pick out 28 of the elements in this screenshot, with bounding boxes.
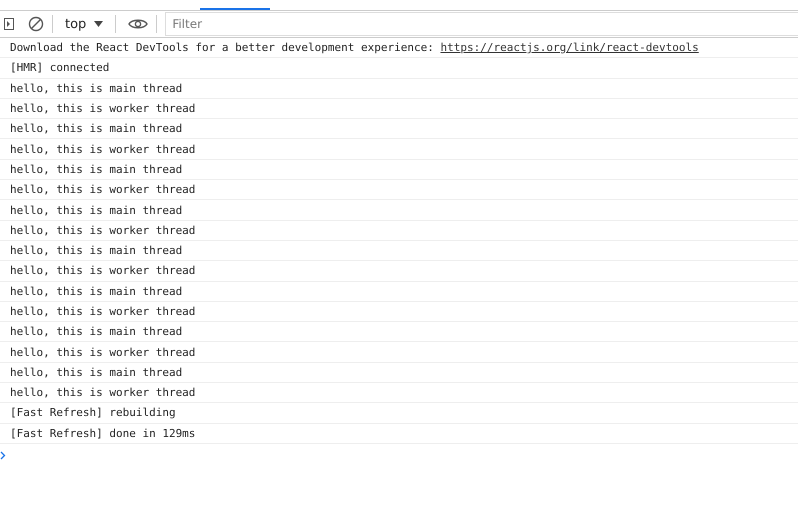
console-message: hello, this is main thread: [10, 162, 182, 176]
devtools-link[interactable]: https://reactjs.org/link/react-devtools: [440, 41, 699, 54]
console-message: hello, this is main thread: [10, 284, 182, 298]
console-message: hello, this is worker thread: [10, 264, 196, 278]
console-message: hello, this is main thread: [10, 122, 182, 136]
prompt-chevron-icon: [0, 450, 6, 460]
eye-icon[interactable]: [128, 17, 148, 31]
filter-field[interactable]: Filter: [165, 12, 798, 36]
console-message: hello, this is worker thread: [10, 305, 196, 318]
caret-icon: [94, 21, 104, 27]
console-message: hello, this is worker thread: [10, 102, 196, 116]
sidebar-toggle-icon[interactable]: [4, 17, 16, 31]
console-message: hello, this is worker thread: [10, 346, 196, 359]
console-message: hello, this is worker thread: [10, 386, 196, 400]
console-message: hello, this is main thread: [10, 204, 182, 217]
console-message: [HMR] connected: [10, 61, 110, 74]
console-message: [Fast Refresh] done in 129ms: [10, 426, 196, 440]
console-message: hello, this is main thread: [10, 82, 182, 95]
console-message: Download the React DevTools for a better development experience:: [10, 41, 435, 54]
console-message: hello, this is worker thread: [10, 183, 196, 196]
console-message: hello, this is main thread: [10, 244, 182, 258]
console-message: hello, this is worker thread: [10, 224, 196, 237]
context-selector[interactable]: top: [61, 16, 108, 32]
console-message: hello, this is main thread: [10, 366, 182, 379]
console-message: hello, this is main thread: [10, 325, 182, 338]
clear-console-icon[interactable]: [28, 16, 44, 32]
console-message: hello, this is worker thread: [10, 142, 196, 156]
console-message: [Fast Refresh] rebuilding: [10, 406, 176, 420]
